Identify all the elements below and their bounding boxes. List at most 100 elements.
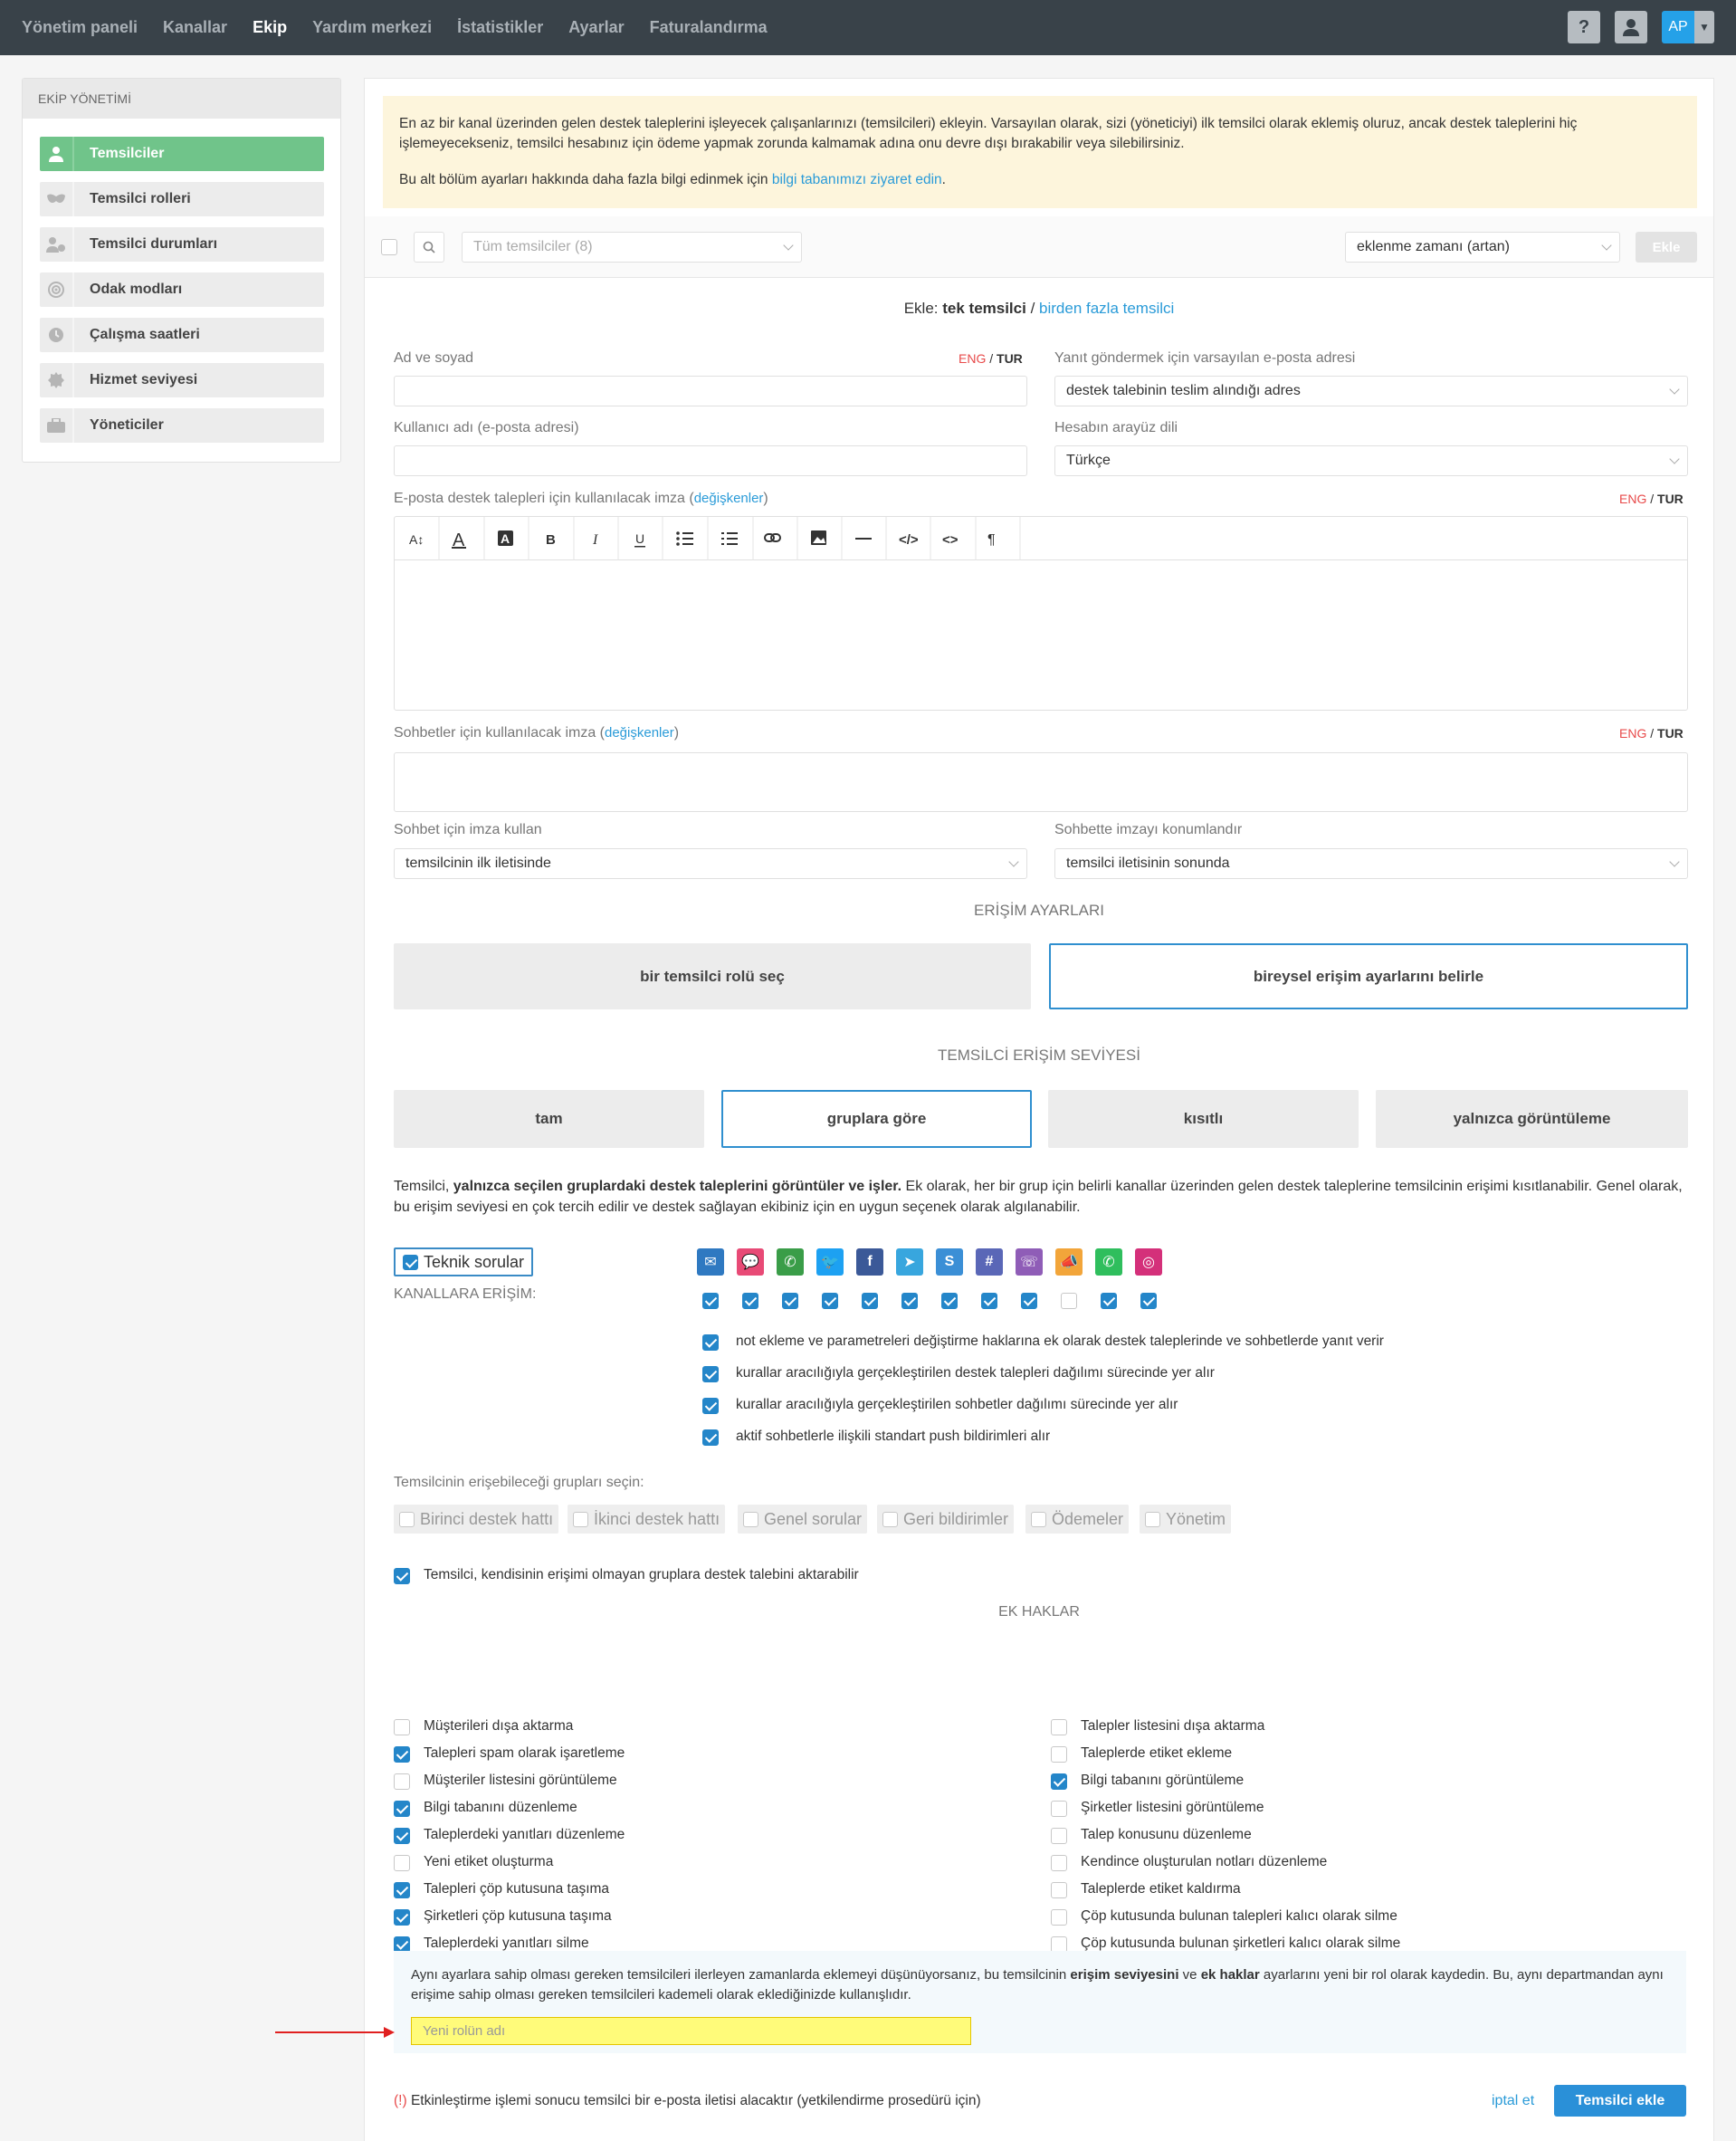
chat-signature-input[interactable] xyxy=(394,752,1688,812)
group-feedback-tag[interactable]: Geri bildirimler xyxy=(877,1505,1015,1534)
font-size-icon[interactable]: A↕ xyxy=(409,532,424,547)
nav-dashboard[interactable]: Yönetim paneli xyxy=(22,18,138,37)
ui-language-select[interactable]: Türkçe xyxy=(1054,445,1688,476)
cancel-link[interactable]: iptal et xyxy=(1492,2093,1534,2109)
new-role-name-input[interactable]: Yeni rolün adı xyxy=(411,2017,971,2045)
highlight-icon[interactable]: A xyxy=(498,530,513,546)
group-payments-tag[interactable]: Ödemeler xyxy=(1025,1505,1130,1534)
add-button[interactable]: Ekle xyxy=(1636,232,1697,263)
name-input[interactable] xyxy=(394,376,1027,406)
extra-right-checkbox[interactable] xyxy=(394,1719,410,1735)
underline-icon[interactable]: U xyxy=(634,531,645,548)
chat-signature-lang-switch[interactable]: ENG / TUR xyxy=(1619,726,1684,741)
transfer-checkbox[interactable] xyxy=(394,1568,410,1584)
add-multiple-link[interactable]: birden fazla temsilci xyxy=(1039,300,1174,317)
facebook-channel-checkbox[interactable] xyxy=(862,1293,878,1309)
reply-email-select[interactable]: destek talebinin teslim alındığı adres xyxy=(1054,376,1688,406)
extra-right-checkbox[interactable] xyxy=(394,1828,410,1844)
code-view-icon[interactable]: </> xyxy=(899,532,919,548)
extra-right-checkbox[interactable] xyxy=(1051,1746,1067,1763)
paragraph-icon[interactable]: ¶ xyxy=(987,532,996,548)
email-channel-checkbox[interactable] xyxy=(702,1293,719,1309)
telegram-channel-checkbox[interactable] xyxy=(901,1293,918,1309)
name-lang-switch[interactable]: ENG / TUR xyxy=(959,351,1023,366)
level-by-groups-button[interactable]: gruplara göre xyxy=(721,1090,1032,1148)
sidebar-item-agent-roles[interactable]: Temsilci rolleri xyxy=(40,182,324,216)
extra-right-checkbox[interactable] xyxy=(1051,1719,1067,1735)
sidebar-item-working-hours[interactable]: Çalışma saatleri xyxy=(40,318,324,352)
italic-icon[interactable]: I xyxy=(592,532,598,548)
sort-select[interactable]: eklenme zamanı (artan) xyxy=(1345,232,1620,263)
extra-right-checkbox[interactable] xyxy=(1051,1855,1067,1871)
sidebar-item-agents[interactable]: Temsilciler xyxy=(40,137,324,171)
permission-checkbox[interactable] xyxy=(702,1398,719,1414)
horizontal-rule-icon[interactable] xyxy=(855,538,872,540)
extra-right-checkbox[interactable] xyxy=(394,1801,410,1817)
sidebar-item-service-level[interactable]: Hizmet seviyesi xyxy=(40,363,324,397)
permission-checkbox[interactable] xyxy=(702,1429,719,1446)
profile-button[interactable] xyxy=(1615,11,1647,43)
slack-channel-checkbox[interactable] xyxy=(981,1293,997,1309)
group-checkbox[interactable] xyxy=(573,1511,588,1527)
nav-statistics[interactable]: İstatistikler xyxy=(457,18,543,37)
extra-right-checkbox[interactable] xyxy=(394,1882,410,1898)
agents-filter-select[interactable]: Tüm temsilciler (8) xyxy=(462,232,802,263)
email-signature-lang-switch[interactable]: ENG / TUR xyxy=(1619,492,1684,506)
level-view-only-button[interactable]: yalnızca görüntüleme xyxy=(1376,1090,1688,1148)
extra-right-checkbox[interactable] xyxy=(1051,1828,1067,1844)
use-signature-select[interactable]: temsilcinin ilk iletisinde xyxy=(394,848,1027,879)
widget-channel-checkbox[interactable] xyxy=(1061,1293,1077,1309)
extra-right-checkbox[interactable] xyxy=(1051,1801,1067,1817)
permission-checkbox[interactable] xyxy=(702,1366,719,1382)
sidebar-item-administrators[interactable]: Yöneticiler xyxy=(40,408,324,443)
nav-team[interactable]: Ekip xyxy=(253,18,287,37)
numbered-list-icon[interactable] xyxy=(721,532,738,545)
level-full-button[interactable]: tam xyxy=(394,1090,704,1148)
twitter-channel-checkbox[interactable] xyxy=(822,1293,838,1309)
nav-channels[interactable]: Kanallar xyxy=(163,18,227,37)
group-checkbox[interactable] xyxy=(743,1511,758,1527)
source-code-icon[interactable]: <> xyxy=(942,532,959,548)
nav-billing[interactable]: Faturalandırma xyxy=(650,18,768,37)
signature-position-select[interactable]: temsilci iletisinin sonunda xyxy=(1054,848,1688,879)
chat-channel-checkbox[interactable] xyxy=(742,1293,758,1309)
group-general-tag[interactable]: Genel sorular xyxy=(738,1505,868,1534)
email-signature-textarea[interactable] xyxy=(395,561,1687,710)
extra-right-checkbox[interactable] xyxy=(394,1746,410,1763)
select-all-checkbox[interactable] xyxy=(381,239,397,255)
text-color-icon[interactable]: A xyxy=(452,530,466,550)
whatsapp-channel-checkbox[interactable] xyxy=(1101,1293,1117,1309)
variables-link[interactable]: değişkenler xyxy=(605,725,674,741)
sidebar-item-agent-statuses[interactable]: Temsilci durumları xyxy=(40,227,324,262)
extra-right-checkbox[interactable] xyxy=(1051,1773,1067,1790)
extra-right-checkbox[interactable] xyxy=(394,1909,410,1926)
account-menu-button[interactable]: AP ▼ xyxy=(1662,11,1714,43)
bullet-list-icon[interactable] xyxy=(676,531,693,546)
level-restricted-button[interactable]: kısıtlı xyxy=(1048,1090,1359,1148)
knowledge-base-link[interactable]: bilgi tabanımızı ziyaret edin xyxy=(772,172,942,187)
extra-right-checkbox[interactable] xyxy=(1051,1909,1067,1926)
group-checkbox[interactable] xyxy=(399,1511,415,1527)
extra-right-checkbox[interactable] xyxy=(394,1855,410,1871)
instagram-channel-checkbox[interactable] xyxy=(1140,1293,1157,1309)
group-second-line-tag[interactable]: İkinci destek hattı xyxy=(568,1505,726,1534)
variables-link[interactable]: değişkenler xyxy=(694,491,764,506)
extra-right-checkbox[interactable] xyxy=(1051,1882,1067,1898)
skype-channel-checkbox[interactable] xyxy=(941,1293,958,1309)
group-technical-questions-tag[interactable]: Teknik sorular xyxy=(394,1247,534,1276)
search-button[interactable] xyxy=(414,232,444,263)
username-input[interactable] xyxy=(394,445,1027,476)
permission-checkbox[interactable] xyxy=(702,1334,719,1351)
bold-icon[interactable]: B xyxy=(546,532,556,548)
sidebar-item-focus-modes[interactable]: Odak modları xyxy=(40,272,324,307)
group-checkbox[interactable] xyxy=(1031,1511,1046,1527)
extra-right-checkbox[interactable] xyxy=(394,1773,410,1790)
link-icon[interactable] xyxy=(764,533,781,542)
group-checkbox[interactable] xyxy=(882,1511,898,1527)
phone-channel-checkbox[interactable] xyxy=(782,1293,798,1309)
viber-channel-checkbox[interactable] xyxy=(1021,1293,1037,1309)
add-agent-button[interactable]: Temsilci ekle xyxy=(1554,2085,1686,2117)
group-checkbox[interactable] xyxy=(1145,1511,1160,1527)
choose-role-button[interactable]: bir temsilci rolü seç xyxy=(394,943,1031,1009)
add-single-option[interactable]: tek temsilci xyxy=(942,300,1026,317)
